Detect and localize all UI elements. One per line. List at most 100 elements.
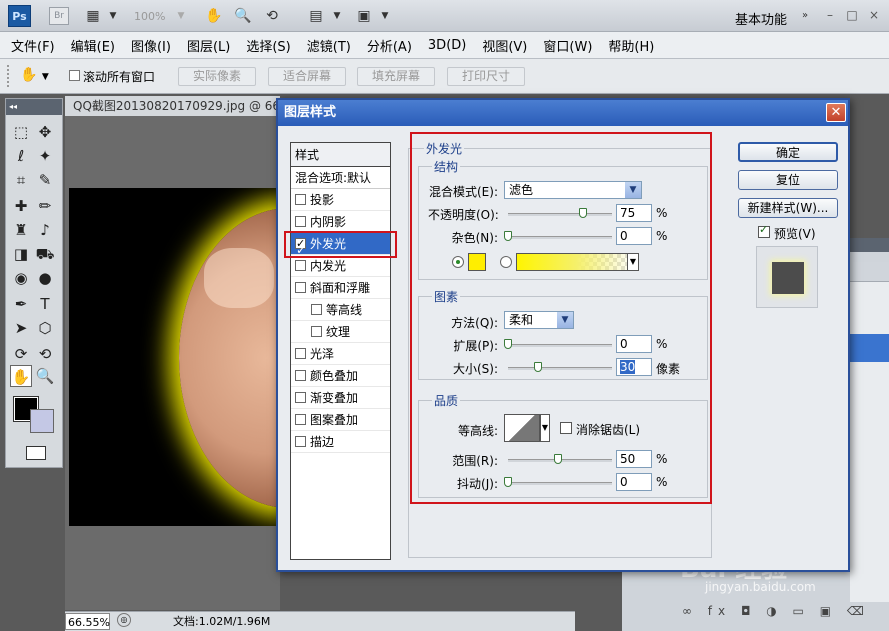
preview-checkbox[interactable]: [758, 223, 770, 238]
solid-color-radio[interactable]: [452, 256, 464, 268]
noise-input[interactable]: 0: [616, 227, 652, 245]
opacity-slider[interactable]: [508, 213, 612, 216]
magic-wand-icon[interactable]: ✦: [34, 145, 56, 167]
menu-image[interactable]: 图像(I): [131, 36, 171, 55]
document-tab[interactable]: QQ截图20130820170929.jpg @ 66.6%: [65, 96, 280, 116]
brush-tool-icon[interactable]: ✏: [34, 195, 56, 217]
menu-3d[interactable]: 3D(D): [428, 38, 466, 53]
style-item-inner-shadow[interactable]: 内阴影: [291, 211, 390, 233]
style-item-stroke[interactable]: 描边: [291, 431, 390, 453]
style-item-drop-shadow[interactable]: 投影: [291, 189, 390, 211]
screen-mode-icon[interactable]: ▣: [355, 8, 373, 24]
menu-window[interactable]: 窗口(W): [543, 36, 592, 55]
actual-pixels-button[interactable]: 实际像素: [178, 67, 256, 86]
rotate-view-icon[interactable]: ⟲: [263, 8, 281, 24]
size-input[interactable]: 30: [616, 358, 652, 376]
spread-input[interactable]: 0: [616, 335, 652, 353]
fill-screen-button[interactable]: 填充屏幕: [357, 67, 435, 86]
new-style-button[interactable]: 新建样式(W)...: [738, 198, 838, 218]
chevron-down-icon[interactable]: ▼: [328, 8, 346, 24]
checkbox[interactable]: [295, 392, 306, 403]
zoom-select[interactable]: 100%: [134, 10, 165, 23]
noise-slider-thumb[interactable]: [504, 231, 512, 241]
checkbox[interactable]: [295, 216, 306, 227]
dialog-title[interactable]: 图层样式: [278, 100, 848, 126]
marquee-tool-icon[interactable]: ⬚: [10, 121, 32, 143]
jitter-slider[interactable]: [508, 482, 612, 485]
zoom-field[interactable]: 66.55%: [65, 613, 110, 630]
menu-layer[interactable]: 图层(L): [187, 36, 230, 55]
bridge-logo[interactable]: Br: [49, 7, 69, 25]
ok-button[interactable]: 确定: [738, 142, 838, 162]
checkbox[interactable]: [295, 414, 306, 425]
history-brush-icon[interactable]: ♪: [34, 219, 56, 241]
quick-mask-icon[interactable]: [26, 446, 46, 460]
arrange-documents-icon[interactable]: ▤: [307, 8, 325, 24]
checkbox[interactable]: [295, 260, 306, 271]
jitter-slider-thumb[interactable]: [504, 477, 512, 487]
print-size-button[interactable]: 打印尺寸: [447, 67, 525, 86]
menu-select[interactable]: 选择(S): [246, 36, 290, 55]
type-tool-icon[interactable]: T: [34, 293, 56, 315]
hand-tool-preset-icon[interactable]: ✋ ▼: [20, 67, 56, 87]
close-button[interactable]: ×: [867, 8, 881, 22]
style-item-pattern-overlay[interactable]: 图案叠加: [291, 409, 390, 431]
background-color-swatch[interactable]: [30, 409, 54, 433]
chevron-down-icon[interactable]: ▼: [627, 253, 639, 271]
technique-select[interactable]: 柔和 ▼: [504, 311, 574, 329]
panel-list[interactable]: [850, 282, 889, 602]
size-slider[interactable]: [508, 367, 612, 370]
pen-tool-icon[interactable]: ✒: [10, 293, 32, 315]
chevron-double-right-icon[interactable]: »: [796, 8, 814, 24]
selected-layer-row[interactable]: [850, 334, 889, 362]
screen-mode-icon[interactable]: ▦: [84, 8, 102, 24]
3d-rotate-icon[interactable]: ⟳: [10, 343, 32, 365]
fit-screen-button[interactable]: 适合屏幕: [268, 67, 346, 86]
style-item-gradient-overlay[interactable]: 渐变叠加: [291, 387, 390, 409]
blend-options-item[interactable]: 混合选项:默认: [291, 167, 390, 189]
clone-stamp-icon[interactable]: ♜: [10, 219, 32, 241]
workspace-switcher[interactable]: 基本功能: [735, 9, 787, 28]
maximize-button[interactable]: □: [845, 8, 859, 22]
eyedropper-icon[interactable]: ✎: [34, 169, 56, 191]
menu-filter[interactable]: 滤镜(T): [307, 36, 351, 55]
dialog-close-button[interactable]: ✕: [826, 103, 846, 122]
noise-slider[interactable]: [508, 236, 612, 239]
range-input[interactable]: 50: [616, 450, 652, 468]
3d-orbit-icon[interactable]: ⟲: [34, 343, 56, 365]
style-item-satin[interactable]: 光泽: [291, 343, 390, 365]
chevron-down-icon[interactable]: ▼: [540, 414, 550, 442]
reset-button[interactable]: 复位: [738, 170, 838, 190]
checkbox[interactable]: [311, 304, 322, 315]
lasso-tool-icon[interactable]: ℓ: [10, 145, 32, 167]
spread-slider-thumb[interactable]: [504, 339, 512, 349]
chevron-down-icon[interactable]: ▼: [557, 312, 573, 328]
styles-header[interactable]: 样式: [291, 143, 390, 167]
shape-tool-icon[interactable]: ⬡: [34, 317, 56, 339]
opacity-input[interactable]: 75: [616, 204, 652, 222]
size-slider-thumb[interactable]: [534, 362, 542, 372]
move-tool-icon[interactable]: ✥: [34, 121, 56, 143]
style-item-texture[interactable]: 纹理: [291, 321, 390, 343]
healing-brush-icon[interactable]: ✚: [10, 195, 32, 217]
menu-edit[interactable]: 编辑(E): [71, 36, 115, 55]
scroll-all-windows-checkbox[interactable]: [69, 70, 80, 81]
chevron-down-icon[interactable]: ▼: [104, 8, 122, 24]
zoom-tool-icon[interactable]: 🔍: [34, 365, 56, 387]
antialias-checkbox[interactable]: [560, 422, 572, 434]
paint-bucket-icon[interactable]: ⛟: [34, 243, 56, 265]
contour-picker[interactable]: [504, 414, 540, 442]
style-item-color-overlay[interactable]: 颜色叠加: [291, 365, 390, 387]
style-item-bevel-emboss[interactable]: 斜面和浮雕: [291, 277, 390, 299]
checkbox[interactable]: [295, 436, 306, 447]
opacity-slider-thumb[interactable]: [579, 208, 587, 218]
checkbox[interactable]: [295, 194, 306, 205]
layer-panel-buttons[interactable]: ∞ fx ◘ ◑ ▭ ▣ ⌫: [682, 604, 870, 618]
zoom-icon[interactable]: 🔍: [234, 8, 252, 24]
checkbox[interactable]: [295, 370, 306, 381]
dodge-tool-icon[interactable]: ●: [34, 267, 56, 289]
grip-handle[interactable]: [7, 65, 11, 87]
eraser-tool-icon[interactable]: ◨: [10, 243, 32, 265]
hand-icon[interactable]: ✋: [205, 8, 223, 24]
crop-tool-icon[interactable]: ⌗: [10, 169, 32, 191]
